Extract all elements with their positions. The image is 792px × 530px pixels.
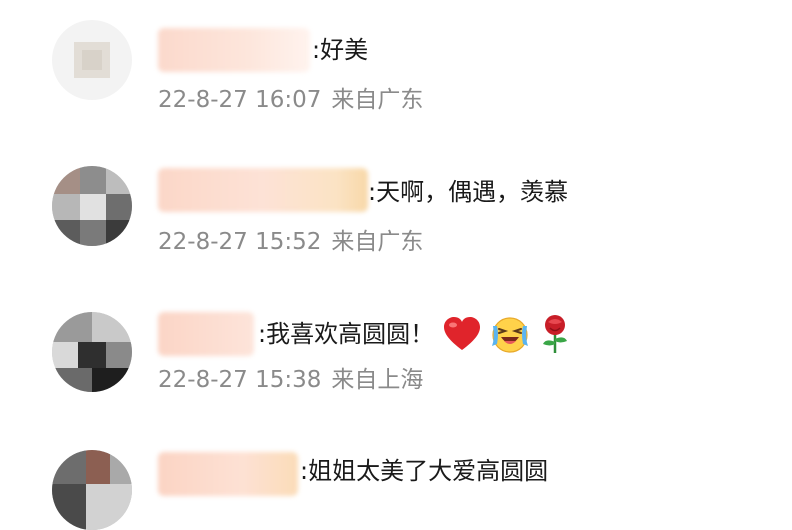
- comment-meta: 22-8-27 15:38 来自上海: [158, 365, 423, 395]
- comment-location: 来自上海: [331, 367, 424, 393]
- laughing-crying-emoji-icon: [492, 317, 529, 353]
- comment-text: :我喜欢高圆圆！: [258, 314, 572, 354]
- avatar[interactable]: [52, 20, 132, 100]
- comment-item: :好美 22-8-27 16:07 来自广东: [0, 0, 792, 140]
- username-blurred[interactable]: [158, 452, 298, 496]
- username-blurred[interactable]: [158, 312, 254, 356]
- heart-emoji-icon: [444, 317, 481, 350]
- comment-meta: 22-8-27 16:07 来自广东: [158, 85, 423, 115]
- avatar[interactable]: [52, 312, 132, 392]
- rose-emoji-icon: [543, 315, 568, 353]
- comment-meta: 22-8-27 15:52 来自广东: [158, 227, 423, 257]
- comment-timestamp: 22-8-27 15:38: [158, 367, 322, 393]
- comment-text: :天啊，偶遇，羡慕: [368, 178, 569, 206]
- comment-item: :天啊，偶遇，羡慕 22-8-27 15:52 来自广东: [0, 140, 792, 280]
- comment-text: :姐姐太美了大爱高圆圆: [300, 457, 549, 485]
- comment-location: 来自广东: [331, 229, 424, 255]
- comment-timestamp: 22-8-27 15:52: [158, 229, 322, 255]
- avatar[interactable]: [52, 450, 132, 530]
- comment-text-body: :我喜欢高圆圆！: [258, 320, 435, 348]
- comment-item: :我喜欢高圆圆！ 22-8-27 15:38 来自上海: [0, 288, 792, 428]
- comment-location: 来自广东: [331, 87, 424, 113]
- comment-list: :好美 22-8-27 16:07 来自广东 :天啊，偶遇，羡慕 22-8-27 …: [0, 0, 792, 530]
- comment-text: :好美: [312, 36, 369, 64]
- avatar[interactable]: [52, 166, 132, 246]
- comment-item: :姐姐太美了大爱高圆圆: [0, 432, 792, 530]
- username-blurred[interactable]: [158, 28, 310, 72]
- username-blurred[interactable]: [158, 168, 368, 212]
- comment-timestamp: 22-8-27 16:07: [158, 87, 322, 113]
